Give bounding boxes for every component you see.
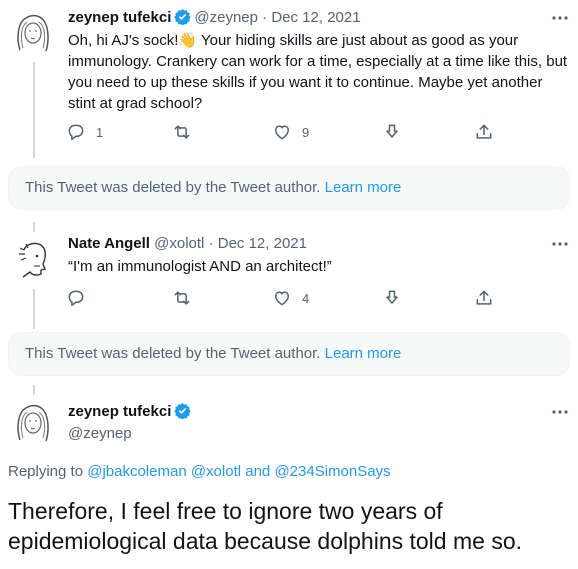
reply-count: 1 xyxy=(96,124,104,140)
deleted-notice-text: This Tweet was deleted by the Tweet auth… xyxy=(25,179,321,196)
mention-link[interactable]: @jbakcoleman @xolotl xyxy=(87,463,241,480)
replying-to-label: Replying to xyxy=(8,463,84,480)
download-icon xyxy=(386,290,398,304)
verified-badge-icon xyxy=(174,402,192,425)
mention-link[interactable]: @234SimonSays xyxy=(274,463,390,480)
avatar[interactable] xyxy=(10,400,56,446)
more-icon[interactable] xyxy=(550,234,570,254)
separator: · xyxy=(262,9,268,26)
tweet-actions: 1 9 xyxy=(60,122,500,142)
like-icon xyxy=(275,291,289,306)
author-handle[interactable]: @xolotl xyxy=(154,235,204,252)
retweet-icon xyxy=(174,291,190,305)
more-icon[interactable] xyxy=(550,402,570,422)
main-tweet-header: zeynep tufekci xyxy=(68,402,194,425)
author-handle[interactable]: @zeynep xyxy=(194,9,258,26)
like-icon xyxy=(275,125,289,140)
tweet-header: Nate Angell @xolotl · Dec 12, 2021 xyxy=(68,234,307,254)
author-handle[interactable]: @zeynep xyxy=(68,424,132,444)
learn-more-link[interactable]: Learn more xyxy=(325,179,402,196)
reply-icon xyxy=(68,124,84,140)
like-count: 4 xyxy=(302,290,310,306)
avatar[interactable] xyxy=(10,10,56,56)
share-icon xyxy=(476,290,492,305)
tweet-text: Oh, hi AJ's sock!👋 Your hiding skills ar… xyxy=(68,32,568,112)
retweet-button[interactable] xyxy=(172,288,202,308)
download-icon xyxy=(386,124,398,138)
learn-more-link[interactable]: Learn more xyxy=(325,345,402,362)
download-button[interactable] xyxy=(382,288,402,308)
tweet-date[interactable]: Dec 12, 2021 xyxy=(218,235,307,252)
deleted-tweet-notice: This Tweet was deleted by the Tweet auth… xyxy=(8,332,570,376)
like-button[interactable]: 4 xyxy=(272,288,309,308)
share-button[interactable] xyxy=(474,122,494,142)
like-button[interactable]: 9 xyxy=(272,122,309,142)
main-tweet-text: Therefore, I feel free to ignore two yea… xyxy=(8,498,522,554)
tweet-text: “I'm an immunologist AND an architect!” xyxy=(68,258,332,275)
tweet-header: zeynep tufekci @zeynep · Dec 12, 2021 xyxy=(68,8,361,31)
reply-button[interactable] xyxy=(66,288,96,308)
author-name[interactable]: zeynep tufekci xyxy=(68,403,171,420)
avatar[interactable] xyxy=(10,236,56,282)
deleted-notice-text: This Tweet was deleted by the Tweet auth… xyxy=(25,345,321,362)
thread-line xyxy=(33,385,35,395)
share-icon xyxy=(476,124,492,139)
author-name[interactable]: zeynep tufekci xyxy=(68,9,171,26)
deleted-tweet-notice: This Tweet was deleted by the Tweet auth… xyxy=(8,166,570,210)
like-count: 9 xyxy=(302,124,310,140)
reply-icon xyxy=(68,290,84,306)
verified-badge-icon xyxy=(174,8,192,31)
reply-button[interactable]: 1 xyxy=(66,122,103,142)
more-icon[interactable] xyxy=(550,8,570,28)
retweet-button[interactable] xyxy=(172,122,202,142)
retweet-icon xyxy=(174,125,190,139)
separator: · xyxy=(208,235,214,252)
download-button[interactable] xyxy=(382,122,402,142)
share-button[interactable] xyxy=(474,288,494,308)
replying-and: and xyxy=(245,463,271,480)
tweet-date[interactable]: Dec 12, 2021 xyxy=(271,9,360,26)
thread-line xyxy=(33,222,35,232)
author-name[interactable]: Nate Angell xyxy=(68,235,150,252)
replying-to: Replying to @jbakcoleman @xolotl and @23… xyxy=(8,463,391,480)
thread-line xyxy=(33,289,35,329)
tweet-actions: 4 xyxy=(60,288,500,308)
thread-line xyxy=(33,62,35,158)
